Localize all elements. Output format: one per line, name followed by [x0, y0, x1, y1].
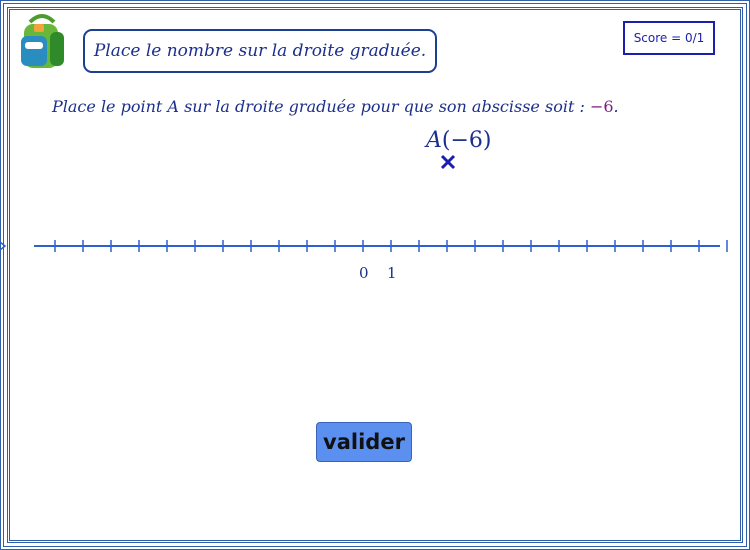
instruction-text: Place le point A sur la droite graduée p… [52, 97, 585, 116]
tick-label-zero: 0 [359, 264, 369, 282]
left-edge-arrow-icon [0, 241, 7, 251]
point-name: A [426, 128, 442, 153]
target-value: −6 [589, 97, 614, 116]
point-label: A(−6) [426, 128, 492, 153]
tick-label-one: 1 [387, 264, 397, 282]
instruction-period: . [613, 97, 619, 116]
exercise-title: Place le nombre sur la droite graduée. [83, 29, 437, 73]
backpack-icon [21, 14, 64, 68]
validate-button[interactable]: valider [316, 422, 412, 462]
score-badge: Score = 0/1 [623, 21, 715, 55]
cross-marker-icon[interactable] [440, 154, 456, 170]
instruction: Place le point A sur la droite graduée p… [52, 97, 619, 116]
number-line [0, 240, 728, 252]
point-coordinate: (−6) [441, 128, 492, 153]
score-text: Score = 0/1 [633, 31, 705, 45]
title-text: Place le nombre sur la droite graduée. [93, 41, 427, 61]
